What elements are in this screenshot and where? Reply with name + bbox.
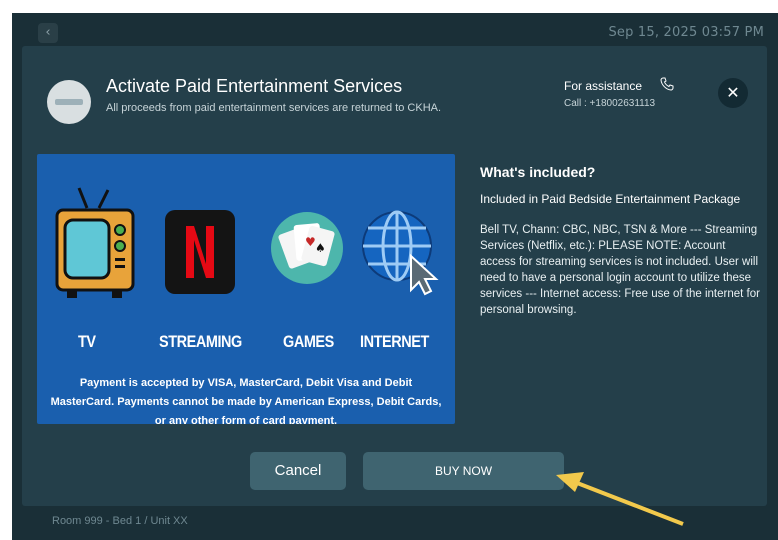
globe-cursor-icon — [362, 210, 439, 296]
included-heading: What's included? — [480, 164, 596, 180]
cards-icon: ♥ ♠ — [271, 212, 343, 284]
activate-services-dialog: Activate Paid Entertainment Services All… — [22, 46, 767, 506]
phone-icon — [660, 77, 674, 91]
package-name: Included in Paid Bedside Entertainment P… — [480, 192, 741, 206]
service-label-streaming: STREAMING — [159, 332, 242, 351]
date-time: Sep 15, 2025 03:57 PM — [608, 25, 764, 40]
cancel-button[interactable]: Cancel — [250, 452, 346, 490]
netflix-icon — [165, 210, 235, 294]
service-label-tv: TV — [78, 332, 96, 351]
dialog-title: Activate Paid Entertainment Services — [106, 76, 403, 96]
assistance-phone: Call : +18002631113 — [564, 98, 656, 109]
payment-note: Payment is accepted by VISA, MasterCard,… — [50, 377, 442, 424]
room-info: Room 999 - Bed 1 / Unit XX — [52, 515, 188, 527]
close-icon[interactable]: ✕ — [718, 78, 748, 108]
service-label-games: GAMES — [283, 332, 334, 351]
package-details: Bell TV, Chann: CBC, NBC, TSN & More ---… — [480, 224, 760, 316]
service-label-internet: INTERNET — [360, 332, 429, 351]
hospital-logo — [47, 80, 91, 124]
chevron-left-icon[interactable]: ‹ — [38, 23, 58, 43]
services-banner: ♥ ♠ TV STREAMING GAMES INTERNET Payment … — [37, 154, 455, 424]
screen: ‹ Sep 15, 2025 03:57 PM Activate Paid En… — [12, 13, 778, 540]
dialog-subtitle: All proceeds from paid entertainment ser… — [106, 102, 442, 114]
svg-text:♠: ♠ — [315, 241, 326, 255]
tv-icon — [55, 187, 135, 298]
included-info: What's included? Included in Paid Bedsid… — [480, 164, 764, 318]
buy-now-button[interactable]: BUY NOW — [363, 452, 564, 490]
assistance-label: For assistance — [564, 79, 643, 93]
